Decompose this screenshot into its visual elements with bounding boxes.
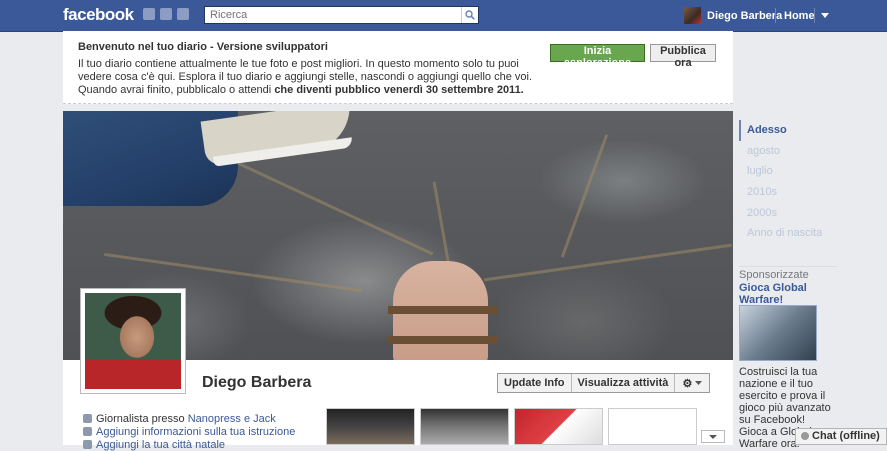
cover-detail — [388, 306, 498, 314]
friend-requests-icon[interactable] — [143, 8, 155, 20]
profile-info: Giornalista presso Nanopress e Jack Aggi… — [63, 405, 316, 451]
search-icon — [465, 10, 475, 20]
start-exploring-button[interactable]: Inizia esplorazione — [550, 44, 645, 69]
job-link[interactable]: Nanopress e Jack — [188, 413, 276, 425]
gear-icon: ⚙ — [682, 377, 693, 390]
ad-image[interactable] — [739, 305, 817, 361]
search-button[interactable] — [461, 7, 478, 23]
welcome-title: Benvenuto nel tuo diario - Versione svil… — [78, 41, 328, 53]
timeline-navigation: Adesso agosto luglio 2010s 2000s Anno di… — [739, 120, 839, 244]
sections-dropdown[interactable] — [701, 430, 725, 443]
welcome-text: Il tuo diario contiene attualmente le tu… — [78, 58, 548, 97]
add-education-label: Aggiungi informazioni sulla tua istruzio… — [96, 426, 296, 438]
profile-actions: Update Info Visualizza attività ⚙ — [497, 373, 711, 393]
update-info-button[interactable]: Update Info — [498, 374, 572, 392]
add-hometown-link[interactable]: Aggiungi la tua città natale — [83, 439, 225, 451]
profile-name[interactable]: Diego Barbera — [202, 374, 311, 392]
chat-bar[interactable]: Chat (offline) — [795, 428, 887, 445]
search-input[interactable] — [205, 7, 460, 23]
chat-status-icon — [801, 432, 809, 440]
friends-thumbnail[interactable] — [326, 408, 415, 445]
timeline-item-july[interactable]: luglio — [739, 161, 839, 182]
cover-detail — [560, 134, 609, 258]
settings-button[interactable]: ⚙ — [675, 374, 709, 392]
welcome-body-bold: che diventi pubblico venerdì 30 settembr… — [274, 84, 524, 96]
briefcase-icon — [83, 414, 92, 423]
profile-picture[interactable] — [80, 288, 186, 394]
home-link[interactable]: Home — [784, 10, 815, 22]
facebook-logo[interactable]: facebook — [63, 5, 134, 25]
featured-thumbnails — [316, 405, 733, 445]
notifications-icon[interactable] — [177, 8, 189, 20]
divider — [814, 8, 815, 23]
user-avatar[interactable] — [684, 7, 701, 24]
likes-thumbnail[interactable] — [514, 408, 603, 445]
timeline-item-birth-year[interactable]: Anno di nascita — [739, 223, 839, 244]
divider — [775, 8, 776, 23]
sponsored-header: Sponsorizzate — [739, 266, 837, 281]
cover-detail — [232, 159, 434, 256]
top-bar: facebook Diego Barbera Home — [0, 0, 887, 32]
chevron-down-icon — [695, 381, 703, 385]
job-row: Giornalista presso Nanopress e Jack — [83, 413, 276, 425]
timeline-item-2010s[interactable]: 2010s — [739, 182, 839, 203]
timeline-item-august[interactable]: agosto — [739, 141, 839, 162]
profile-photo — [85, 293, 181, 389]
publish-now-button[interactable]: Pubblica ora — [650, 44, 716, 69]
search-box — [204, 6, 479, 24]
cover-detail — [388, 336, 498, 344]
timeline-item-2000s[interactable]: 2000s — [739, 203, 839, 224]
messages-icon[interactable] — [160, 8, 172, 20]
account-menu-chevron-down-icon[interactable] — [821, 13, 829, 18]
welcome-banner: Benvenuto nel tuo diario - Versione svil… — [63, 31, 733, 104]
add-hometown-label: Aggiungi la tua città natale — [96, 439, 226, 451]
ad-title-link[interactable]: Gioca Global Warfare! — [739, 282, 835, 306]
activity-log-button[interactable]: Visualizza attività — [572, 374, 676, 392]
job-prefix: Giornalista presso — [96, 413, 188, 425]
timeline-item-now[interactable]: Adesso — [739, 120, 839, 141]
map-thumbnail[interactable] — [608, 408, 697, 445]
cover-detail — [484, 243, 732, 282]
add-education-link[interactable]: Aggiungi informazioni sulla tua istruzio… — [83, 426, 295, 438]
education-icon — [83, 427, 92, 436]
photos-thumbnail[interactable] — [420, 408, 509, 445]
cover-detail — [104, 252, 362, 293]
user-name-link[interactable]: Diego Barbera — [707, 10, 782, 22]
chat-label: Chat (offline) — [812, 430, 880, 442]
